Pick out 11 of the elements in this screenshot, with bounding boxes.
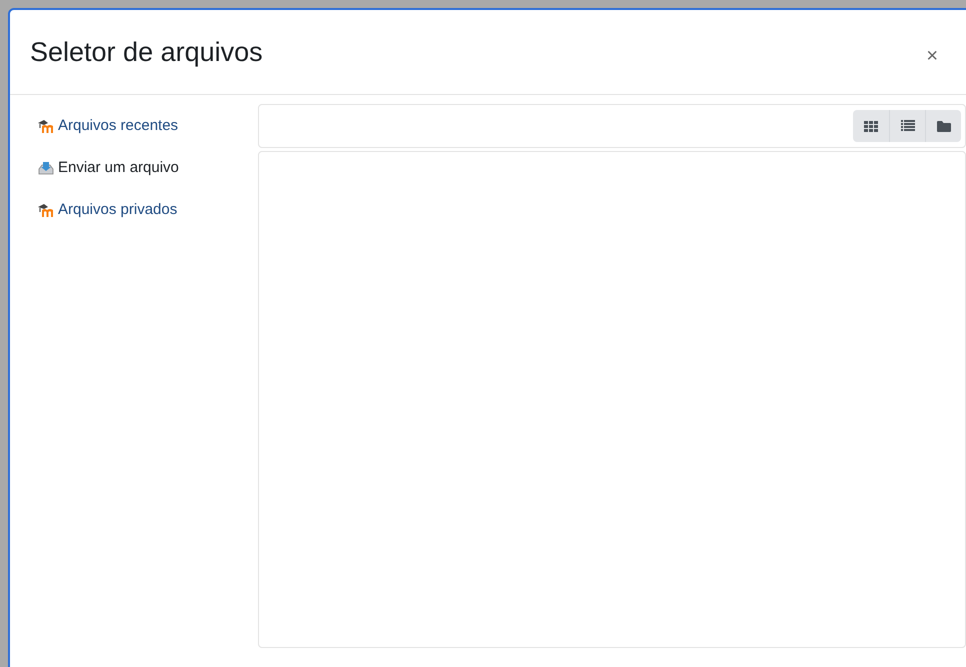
list-icon	[900, 120, 914, 132]
dialog-title: Seletor de arquivos	[30, 36, 263, 69]
repository-link[interactable]: Arquivos privados	[38, 199, 258, 221]
grid-icon	[864, 120, 878, 132]
graduation-cap-icon	[38, 204, 54, 216]
repository-link[interactable]: Arquivos recentes	[38, 115, 258, 137]
folder-icon	[936, 120, 950, 132]
upload-tray-icon	[38, 161, 54, 175]
repository-link[interactable]: Enviar um arquivo	[38, 157, 258, 179]
close-button[interactable]: ×	[926, 41, 938, 71]
graduation-cap-icon	[38, 120, 54, 132]
